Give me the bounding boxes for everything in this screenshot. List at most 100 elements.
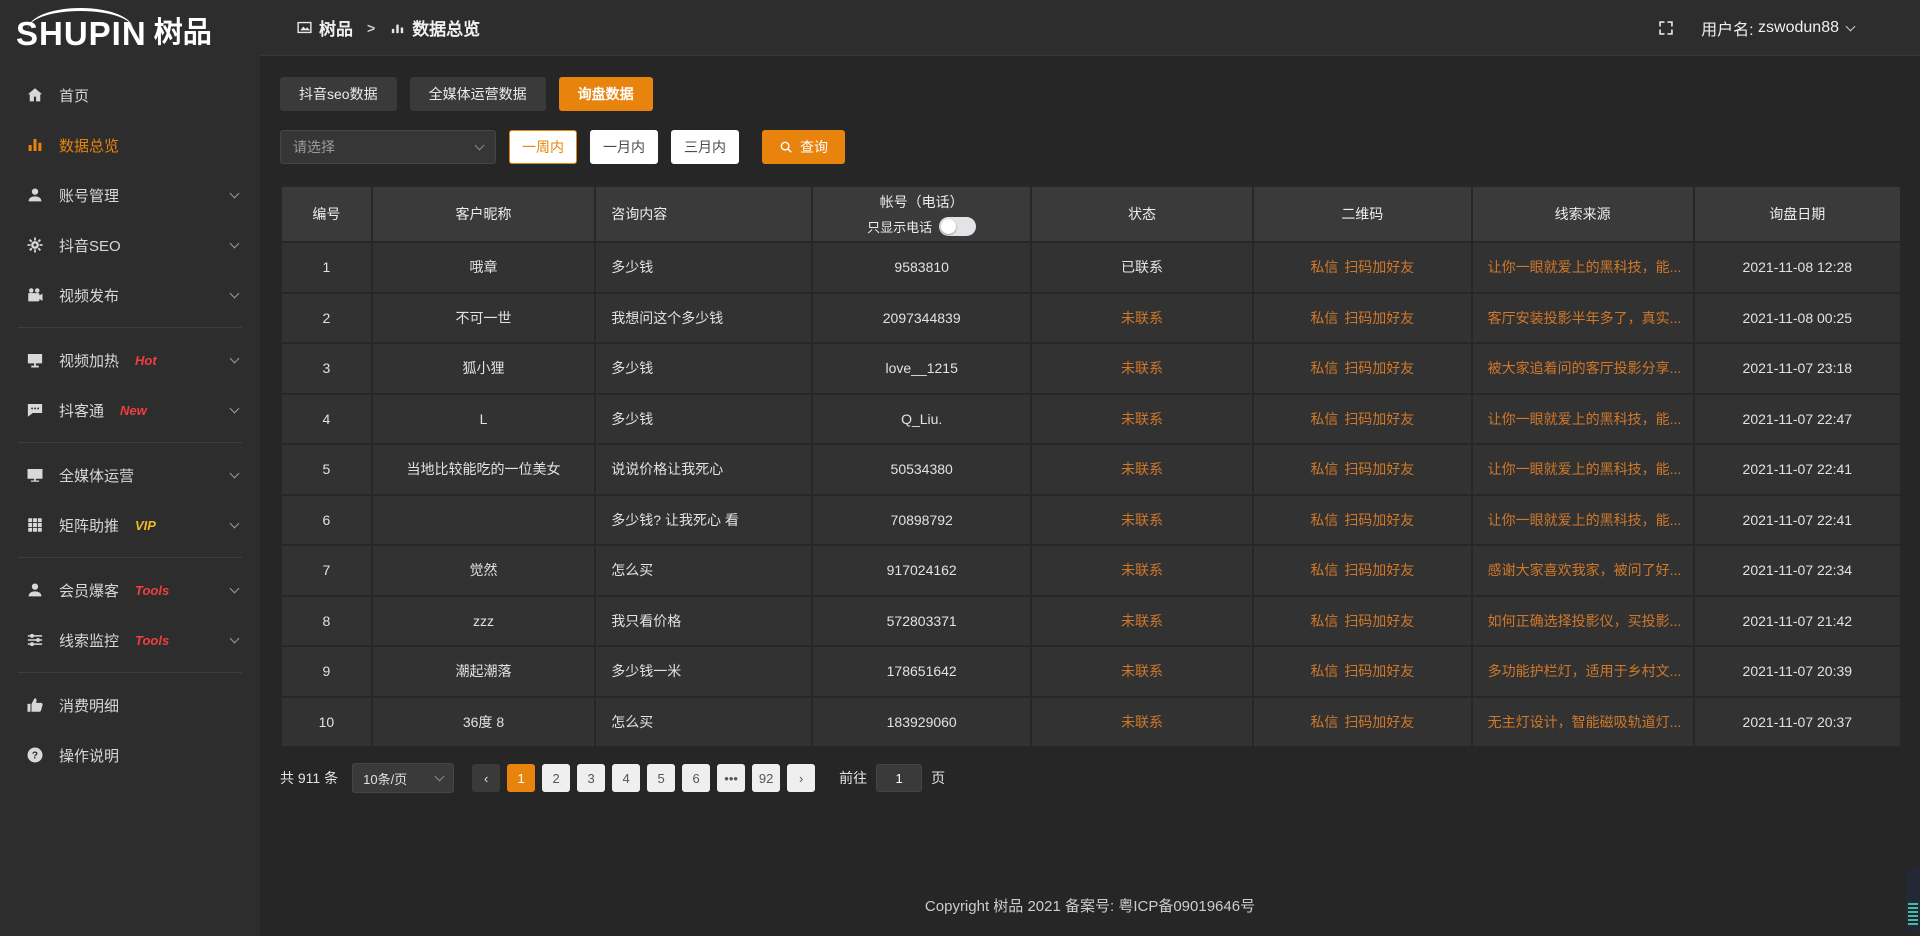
range-button-one-week[interactable]: 一周内 <box>509 130 577 164</box>
scan-qr-link[interactable]: 扫码加好友 <box>1344 714 1414 730</box>
private-message-link[interactable]: 私信 <box>1310 714 1338 730</box>
clue-source-link[interactable]: 如何正确选择投影仪，买投影... <box>1488 613 1682 629</box>
clue-source-link[interactable]: 客厅安装投影半年多了，真实... <box>1488 310 1682 326</box>
tab-media-operation-data[interactable]: 全媒体运营数据 <box>410 77 546 111</box>
query-button[interactable]: 查询 <box>762 130 845 164</box>
tab-inquiry-data[interactable]: 询盘数据 <box>559 77 653 111</box>
scan-qr-link[interactable]: 扫码加好友 <box>1344 562 1414 578</box>
tab-douyin-seo-data[interactable]: 抖音seo数据 <box>280 77 397 111</box>
clue-source-link[interactable]: 让你一眼就爱上的黑科技，能... <box>1488 461 1682 477</box>
scan-qr-link[interactable]: 扫码加好友 <box>1344 259 1414 275</box>
page-button-2[interactable]: 2 <box>542 764 570 792</box>
sidebar-item-data-overview[interactable]: 数据总览 <box>0 120 260 170</box>
clue-source-link[interactable]: 被大家追着问的客厅投影分享... <box>1488 360 1682 376</box>
sidebar: SHUPIN 树品 首页数据总览账号管理抖音SEO视频发布视频加热Hot抖客通N… <box>0 0 260 936</box>
page-button-92[interactable]: 92 <box>752 764 780 792</box>
page-unit-label: 页 <box>931 768 945 788</box>
account-value: Q_Liu. <box>812 394 1031 445</box>
sidebar-item-matrix-boost[interactable]: 矩阵助推VIP <box>0 500 260 550</box>
page-size-select[interactable]: 10条/页 <box>352 763 454 793</box>
sidebar-item-clue-monitor[interactable]: 线索监控Tools <box>0 615 260 665</box>
qr-cell: 私信扫码加好友 <box>1253 293 1472 344</box>
phone-only-label: 只显示电话 <box>867 217 932 236</box>
sidebar-item-media-operation[interactable]: 全媒体运营 <box>0 450 260 500</box>
private-message-link[interactable]: 私信 <box>1310 360 1338 376</box>
scan-qr-link[interactable]: 扫码加好友 <box>1344 461 1414 477</box>
clue-source-link[interactable]: 多功能护栏灯，适用于乡村文... <box>1488 663 1682 679</box>
clue-source-link[interactable]: 让你一眼就爱上的黑科技，能... <box>1488 512 1682 528</box>
sidebar-item-douketong[interactable]: 抖客通New <box>0 385 260 435</box>
page-ellipsis[interactable]: ••• <box>717 764 745 792</box>
sidebar-item-video-heat[interactable]: 视频加热Hot <box>0 335 260 385</box>
source-cell: 多功能护栏灯，适用于乡村文... <box>1472 646 1694 697</box>
range-button-one-month[interactable]: 一月内 <box>590 130 658 164</box>
consult-content: 多少钱 <box>595 394 812 445</box>
range-button-three-months[interactable]: 三月内 <box>671 130 739 164</box>
site-icon <box>296 19 313 36</box>
sidebar-item-label: 账号管理 <box>59 185 119 206</box>
sidebar-item-operation-guide[interactable]: ?操作说明 <box>0 730 260 780</box>
private-message-link[interactable]: 私信 <box>1310 512 1338 528</box>
inquiry-date: 2021-11-07 22:41 <box>1694 444 1901 495</box>
column-header-4: 状态 <box>1031 186 1253 242</box>
fullscreen-icon[interactable] <box>1657 19 1675 37</box>
chevron-down-icon <box>230 634 240 644</box>
source-cell: 感谢大家喜欢我家，被问了好... <box>1472 545 1694 596</box>
sidebar-item-label: 视频发布 <box>59 285 119 306</box>
page-button-4[interactable]: 4 <box>612 764 640 792</box>
page-button-6[interactable]: 6 <box>682 764 710 792</box>
source-cell: 让你一眼就爱上的黑科技，能... <box>1472 444 1694 495</box>
private-message-link[interactable]: 私信 <box>1310 411 1338 427</box>
status-badge: 未联系 <box>1121 663 1163 679</box>
status-badge: 未联系 <box>1121 360 1163 376</box>
scan-qr-link[interactable]: 扫码加好友 <box>1344 360 1414 376</box>
sidebar-divider <box>18 327 242 328</box>
filter-select[interactable]: 请选择 <box>280 130 496 164</box>
user-menu[interactable]: 用户名: zswodun88 <box>1701 16 1854 40</box>
page-button-1[interactable]: 1 <box>507 764 535 792</box>
private-message-link[interactable]: 私信 <box>1310 562 1338 578</box>
clue-source-link[interactable]: 让你一眼就爱上的黑科技，能... <box>1488 411 1682 427</box>
query-button-label: 查询 <box>800 137 828 157</box>
table-row: 3狐小狸多少钱love__1215未联系私信扫码加好友被大家追着问的客厅投影分享… <box>281 343 1901 394</box>
sliders-icon <box>26 631 44 649</box>
breadcrumb-root[interactable]: 树品 <box>319 15 353 40</box>
sidebar-item-label: 抖音SEO <box>59 235 121 256</box>
clue-source-link[interactable]: 感谢大家喜欢我家，被问了好... <box>1488 562 1682 578</box>
prev-page-button[interactable]: ‹ <box>472 764 500 792</box>
qr-cell: 私信扫码加好友 <box>1253 242 1472 293</box>
status-cell: 未联系 <box>1031 394 1253 445</box>
scan-qr-link[interactable]: 扫码加好友 <box>1344 411 1414 427</box>
inquiry-date: 2021-11-07 22:47 <box>1694 394 1901 445</box>
sidebar-item-member-burst[interactable]: 会员爆客Tools <box>0 565 260 615</box>
scan-qr-link[interactable]: 扫码加好友 <box>1344 613 1414 629</box>
private-message-link[interactable]: 私信 <box>1310 461 1338 477</box>
gear-icon <box>26 236 44 254</box>
goto-page: 前往页 <box>839 764 945 792</box>
private-message-link[interactable]: 私信 <box>1310 663 1338 679</box>
private-message-link[interactable]: 私信 <box>1310 310 1338 326</box>
scan-qr-link[interactable]: 扫码加好友 <box>1344 663 1414 679</box>
phone-only-toggle[interactable] <box>939 217 976 236</box>
column-header-1: 客户昵称 <box>372 186 596 242</box>
sidebar-item-account-management[interactable]: 账号管理 <box>0 170 260 220</box>
table-row: 2不可一世我想问这个多少钱2097344839未联系私信扫码加好友客厅安装投影半… <box>281 293 1901 344</box>
floating-widget[interactable] <box>1906 869 1920 931</box>
goto-page-input[interactable] <box>876 764 922 792</box>
sidebar-item-home[interactable]: 首页 <box>0 70 260 120</box>
page-button-5[interactable]: 5 <box>647 764 675 792</box>
clue-source-link[interactable]: 无主灯设计，智能磁吸轨道灯... <box>1488 714 1682 730</box>
inquiry-table: 编号客户昵称咨询内容帐号（电话）只显示电话状态二维码线索来源询盘日期 1哦章多少… <box>280 185 1902 748</box>
next-page-button[interactable]: › <box>787 764 815 792</box>
sidebar-item-video-publish[interactable]: 视频发布 <box>0 270 260 320</box>
page-button-3[interactable]: 3 <box>577 764 605 792</box>
private-message-link[interactable]: 私信 <box>1310 259 1338 275</box>
sidebar-item-douyin-seo[interactable]: 抖音SEO <box>0 220 260 270</box>
scan-qr-link[interactable]: 扫码加好友 <box>1344 310 1414 326</box>
scan-qr-link[interactable]: 扫码加好友 <box>1344 512 1414 528</box>
grid-icon <box>26 516 44 534</box>
sidebar-item-consumption-detail[interactable]: 消费明细 <box>0 680 260 730</box>
status-badge: 未联系 <box>1121 613 1163 629</box>
clue-source-link[interactable]: 让你一眼就爱上的黑科技，能... <box>1488 259 1682 275</box>
private-message-link[interactable]: 私信 <box>1310 613 1338 629</box>
